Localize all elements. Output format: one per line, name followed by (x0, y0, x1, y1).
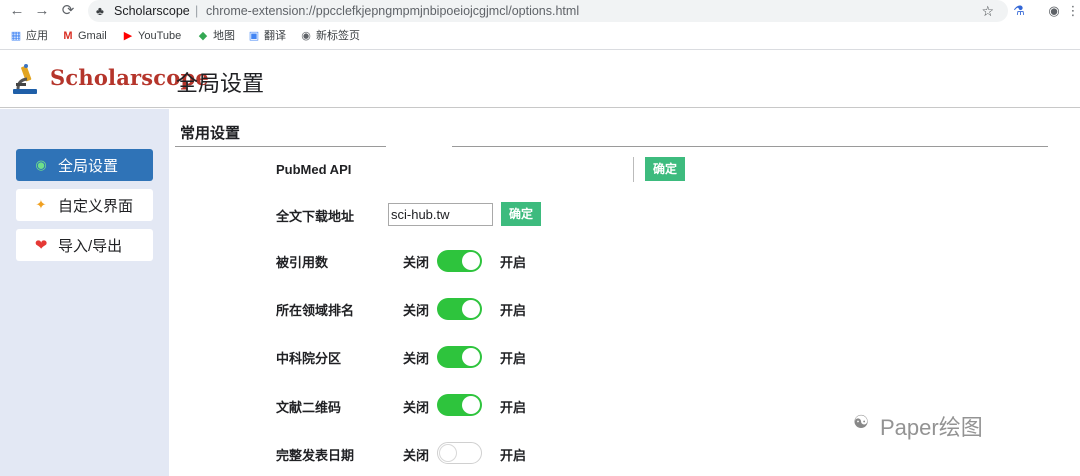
switch-knob (462, 252, 480, 270)
section-divider (452, 146, 1048, 147)
section-title: 常用设置 (180, 125, 241, 142)
sidebar-item-label: 全局设置 (58, 157, 119, 175)
profile-icon[interactable]: ◉ (1045, 2, 1063, 20)
extension-puzzle-icon: ♣ (96, 4, 104, 18)
download-url-input[interactable] (388, 203, 493, 226)
gmail-icon: M (63, 30, 73, 42)
scholarscope-extension-icon[interactable]: ⚗ (1010, 2, 1028, 20)
cas-zone-switch[interactable] (437, 346, 482, 368)
bookmark-star-icon[interactable]: ☆ (981, 0, 994, 22)
toggle-off-text: 关闭 (403, 255, 430, 270)
download-url-label: 全文下载地址 (276, 209, 355, 224)
address-url: chrome-extension://ppcclefkjepngmpmjnbip… (206, 4, 580, 18)
reload-icon[interactable]: ⟳ (59, 2, 77, 20)
pubmed-confirm-button[interactable]: 确定 (645, 157, 685, 181)
page-title: 全局设置 (176, 71, 265, 96)
toggle-label: 完整发表日期 (276, 448, 355, 463)
bookmark-label: 翻译 (264, 30, 286, 42)
back-arrow-icon[interactable]: ← (8, 2, 26, 20)
bookmark-apps[interactable]: ▦ 应用 (10, 26, 48, 46)
qr-code-switch[interactable] (437, 394, 482, 416)
bookmark-label: 新标签页 (316, 30, 360, 42)
menu-kebab-icon[interactable]: ⋮ (1064, 2, 1080, 20)
toggle-on-text: 开启 (500, 400, 527, 415)
citations-switch[interactable] (437, 250, 482, 272)
forward-arrow-icon[interactable]: → (33, 2, 51, 20)
switch-knob (462, 396, 480, 414)
address-separator: | (195, 4, 199, 18)
bookmark-label: 应用 (26, 30, 48, 42)
pin-icon: ✦ (35, 197, 47, 212)
bookmark-new-tab[interactable]: ◉ 新标签页 (300, 26, 360, 46)
full-date-switch[interactable] (437, 442, 482, 464)
toggle-label: 中科院分区 (276, 351, 342, 366)
microscope-logo-icon (13, 64, 37, 94)
bookmark-label: Gmail (78, 30, 107, 42)
sidebar-item-global-settings[interactable]: ◉ 全局设置 (16, 149, 153, 181)
watermark-text: Paper绘图 (880, 415, 983, 440)
pubmed-api-label: PubMed API (276, 162, 352, 177)
bookmark-youtube[interactable]: ▶ YouTube (122, 26, 181, 46)
youtube-icon: ▶ (123, 30, 133, 42)
switch-knob (462, 348, 480, 366)
globe-icon: ◉ (301, 30, 311, 42)
apps-grid-icon: ▦ (10, 30, 22, 42)
sidebar-item-label: 导入/导出 (58, 237, 123, 255)
wechat-icon: ☯ (853, 412, 870, 432)
switch-knob (439, 444, 457, 462)
bookmark-label: 地图 (213, 30, 235, 42)
sidebar-item-custom-ui[interactable]: ✦ 自定义界面 (16, 189, 153, 221)
section-divider (175, 146, 386, 147)
toggle-on-text: 开启 (500, 255, 527, 270)
eye-icon: ◉ (35, 157, 47, 172)
maps-icon: ◆ (198, 30, 208, 42)
pubmed-api-input[interactable] (388, 157, 634, 182)
sidebar-item-import-export[interactable]: ❤ 导入/导出 (16, 229, 153, 261)
bookmark-translate[interactable]: ▣ 翻译 (248, 26, 286, 46)
bookmarks-bar: ▦ 应用 M Gmail ▶ YouTube ◆ 地图 ▣ 翻译 ◉ 新标签页 (0, 26, 1080, 46)
toggle-label: 所在领域排名 (276, 303, 355, 318)
heart-icon: ❤ (34, 237, 48, 254)
toggle-off-text: 关闭 (403, 303, 430, 318)
bookmark-gmail[interactable]: M Gmail (62, 26, 107, 46)
bookmark-label: YouTube (138, 30, 182, 42)
sidebar-item-label: 自定义界面 (58, 197, 134, 215)
translate-icon: ▣ (248, 30, 260, 42)
address-bar[interactable]: ♣ Scholarscope | chrome-extension://ppcc… (88, 0, 1008, 22)
toggle-on-text: 开启 (500, 351, 527, 366)
address-origin: Scholarscope (114, 4, 190, 18)
download-confirm-button[interactable]: 确定 (501, 202, 541, 226)
toggle-off-text: 关闭 (403, 400, 430, 415)
toggle-off-text: 关闭 (403, 351, 430, 366)
browser-toolbar: ← → ⟳ ♣ Scholarscope | chrome-extension:… (0, 0, 1080, 22)
toggle-label: 文献二维码 (276, 400, 342, 415)
toggle-on-text: 开启 (500, 448, 527, 463)
toggle-label: 被引用数 (276, 255, 329, 270)
switch-knob (462, 300, 480, 318)
browser-chrome: ← → ⟳ ♣ Scholarscope | chrome-extension:… (0, 0, 1080, 50)
toggle-on-text: 开启 (500, 303, 527, 318)
toggle-off-text: 关闭 (403, 448, 430, 463)
field-rank-switch[interactable] (437, 298, 482, 320)
bookmark-maps[interactable]: ◆ 地图 (197, 26, 235, 46)
app-header: Scholarscope 全局设置 (0, 51, 1080, 108)
